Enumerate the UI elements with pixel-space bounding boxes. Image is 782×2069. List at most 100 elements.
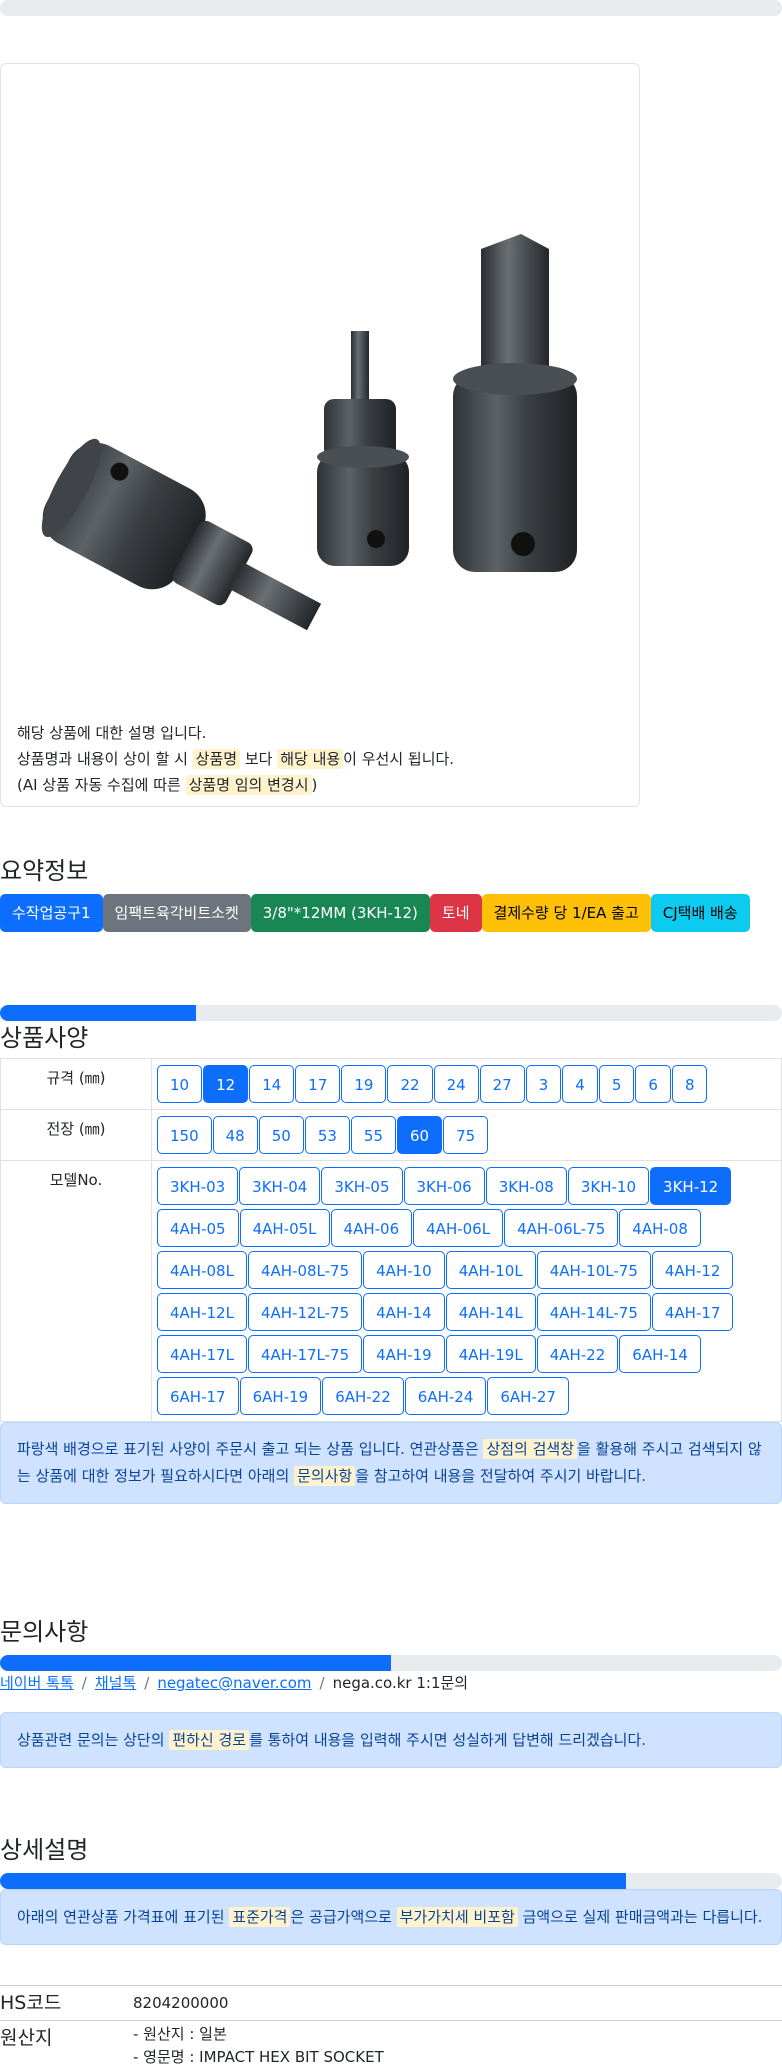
spec-option-button[interactable]: 22 <box>387 1065 433 1103</box>
spec-option-button[interactable]: 4AH-12L <box>157 1293 247 1331</box>
spec-option-button[interactable]: 3 <box>525 1065 562 1103</box>
origin-value: - 원산지 : 일본 - 영문명 : IMPACT HEX BIT SOCKET <box>133 2023 384 2069</box>
spec-option-button[interactable]: 75 <box>443 1116 489 1154</box>
spec-label: 규격 (㎜) <box>0 1058 152 1110</box>
spec-option-button[interactable]: 12 <box>203 1065 249 1103</box>
spec-option-button[interactable]: 4AH-14 <box>363 1293 445 1331</box>
spec-option-button[interactable]: 6AH-19 <box>239 1377 322 1415</box>
spec-option-button[interactable]: 5 <box>598 1065 635 1103</box>
highlight-inquiry: 문의사항 <box>294 1466 356 1486</box>
spec-option-button[interactable]: 4AH-17L <box>157 1335 247 1373</box>
origin-country: - 원산지 : 일본 <box>133 2025 227 2043</box>
notice-text: 금액으로 실제 판매금액과는 다릅니다. <box>517 1908 763 1926</box>
spec-option-button[interactable]: 50 <box>258 1116 304 1154</box>
link-channel-talk[interactable]: 채널톡 <box>95 1674 136 1692</box>
spec-option-button[interactable]: 6AH-17 <box>157 1377 239 1415</box>
spec-row: 규격 (㎜) 10 12 14 17 19 22 24 27 3 4 5 6 8 <box>0 1058 782 1110</box>
spec-option-button[interactable]: 4AH-22 <box>536 1335 619 1373</box>
spec-option-button[interactable]: 6 <box>635 1065 671 1103</box>
spec-option-button[interactable]: 24 <box>433 1065 479 1103</box>
desc-text: ) <box>311 776 318 794</box>
spec-option-button[interactable]: 27 <box>479 1065 525 1103</box>
spec-option-button[interactable]: 4AH-12 <box>651 1251 734 1289</box>
spec-option-button[interactable]: 4AH-19L <box>445 1335 536 1373</box>
spec-option-button[interactable]: 6AH-22 <box>322 1377 404 1415</box>
spec-option-button[interactable]: 14 <box>249 1065 295 1103</box>
detail-notice: 아래의 연관상품 가격표에 표기된 표준가격 은 공급가액으로 부가가치세 비포함… <box>0 1889 782 1945</box>
spec-options: 10 12 14 17 19 22 24 27 3 4 5 6 8 <box>151 1058 782 1110</box>
notice-text: 를 통하여 내용을 입력해 주시면 성실하게 답변해 드리겠습니다. <box>249 1731 647 1749</box>
origin-row: 원산지 - 원산지 : 일본 - 영문명 : IMPACT HEX BIT SO… <box>0 2020 782 2069</box>
specs-title: 상품사양 <box>0 1024 89 1052</box>
spec-option-button[interactable]: 4AH-19 <box>363 1335 445 1373</box>
spec-option-button[interactable]: 4 <box>562 1065 598 1103</box>
spec-option-button[interactable]: 4AH-10L <box>445 1251 536 1289</box>
spec-label: 전장 (㎜) <box>0 1109 152 1161</box>
spec-option-button[interactable]: 4AH-14L-75 <box>536 1293 651 1331</box>
hs-code-label: HS코드 <box>0 1992 62 2014</box>
description-line-3: (AI 상품 자동 수집에 따른 상품명 임의 변경시) <box>17 772 627 798</box>
spec-option-button[interactable]: 4AH-10 <box>363 1251 445 1289</box>
link-naver-talk[interactable]: 네이버 톡톡 <box>0 1674 74 1692</box>
summary-badge: 결제수량 당 1/EA 출고 <box>481 894 651 932</box>
highlight-store-search: 상점의 검색창 <box>483 1439 578 1459</box>
notice-text: 은 공급가액으로 <box>290 1908 397 1926</box>
spec-table: 규격 (㎜) 10 12 14 17 19 22 24 27 3 4 5 6 8 전장 (㎜) 150 48 50… <box>0 1058 782 1422</box>
spec-option-button[interactable]: 4AH-14L <box>445 1293 536 1331</box>
spec-option-button[interactable]: 4AH-12L-75 <box>247 1293 363 1331</box>
spec-option-button[interactable]: 6AH-14 <box>619 1335 701 1373</box>
summary-badge: 임팩트육각비트소켓 <box>102 894 251 932</box>
origin-label: 원산지 <box>0 2027 53 2049</box>
option-group: 10 12 14 17 19 22 24 27 3 4 5 6 8 <box>156 1063 778 1105</box>
spec-option-button[interactable]: 3KH-08 <box>485 1167 567 1205</box>
spec-option-button[interactable]: 4AH-05 <box>157 1209 239 1247</box>
spec-option-button[interactable]: 4AH-17 <box>651 1293 734 1331</box>
inquiry-progress <box>0 1655 782 1671</box>
top-progress-bar <box>0 0 782 16</box>
description-line-2: 상품명과 내용이 상이 할 시 상품명 보다 해당 내용 이 우선시 됩니다. <box>17 746 627 772</box>
spec-option-button[interactable]: 19 <box>341 1065 387 1103</box>
spec-row: 모델No. 3KH-03 3KH-04 3KH-05 3KH-06 3KH-08 3KH-1… <box>0 1160 782 1422</box>
spec-option-button[interactable]: 6AH-24 <box>404 1377 487 1415</box>
spec-option-button[interactable]: 4AH-08L <box>157 1251 247 1289</box>
summary-badge: 토네 <box>429 894 482 932</box>
spec-option-button[interactable]: 8 <box>671 1065 708 1103</box>
spec-option-button[interactable]: 3KH-12 <box>650 1167 732 1205</box>
spec-option-button[interactable]: 4AH-08L-75 <box>247 1251 363 1289</box>
spec-option-button[interactable]: 48 <box>212 1116 258 1154</box>
spec-option-button[interactable]: 3KH-04 <box>239 1167 321 1205</box>
spec-option-button[interactable]: 3KH-06 <box>403 1167 485 1205</box>
product-card: 해당 상품에 대한 설명 입니다. 상품명과 내용이 상이 할 시 상품명 보다… <box>0 63 640 807</box>
desc-text: 상품명과 내용이 상이 할 시 <box>17 750 193 768</box>
spec-option-button[interactable]: 4AH-10L-75 <box>536 1251 651 1289</box>
spec-option-button[interactable]: 3KH-03 <box>157 1167 239 1205</box>
highlight-content: 해당 내용 <box>277 749 344 769</box>
desc-text: 이 우선시 됩니다. <box>343 750 455 768</box>
spec-option-button[interactable]: 4AH-06L <box>413 1209 504 1247</box>
spec-option-button[interactable]: 10 <box>157 1065 203 1103</box>
spec-option-button[interactable]: 150 <box>157 1116 212 1154</box>
spec-options: 3KH-03 3KH-04 3KH-05 3KH-06 3KH-08 3KH-10 3KH-… <box>151 1160 782 1422</box>
summary-title: 요약정보 <box>0 857 89 885</box>
spec-option-button[interactable]: 6AH-27 <box>487 1377 569 1415</box>
hs-code-row: HS코드 8204200000 <box>0 1985 782 2020</box>
spec-option-button[interactable]: 55 <box>350 1116 397 1154</box>
detail-progress-fill <box>0 1873 626 1889</box>
spec-option-button[interactable]: 4AH-05L <box>239 1209 330 1247</box>
inquiry-notice: 상품관련 문의는 상단의 편하신 경로 를 통하여 내용을 입력해 주시면 성실하… <box>0 1712 782 1768</box>
highlight-name-change: 상품명 임의 변경시 <box>185 775 312 795</box>
spec-option-button[interactable]: 4AH-06L-75 <box>504 1209 619 1247</box>
inquiry-title: 문의사항 <box>0 1618 89 1646</box>
specs-notice: 파랑색 배경으로 표기된 사양이 주문시 출고 되는 상품 입니다. 연관상품은… <box>0 1422 782 1504</box>
spec-option-button[interactable]: 53 <box>304 1116 350 1154</box>
spec-option-button[interactable]: 60 <box>397 1116 443 1154</box>
spec-option-button[interactable]: 17 <box>295 1065 341 1103</box>
spec-option-button[interactable]: 4AH-17L-75 <box>247 1335 363 1373</box>
spec-option-button[interactable]: 3KH-10 <box>567 1167 650 1205</box>
link-email[interactable]: negatec@naver.com <box>157 1674 311 1692</box>
hs-code-value: 8204200000 <box>133 1994 229 2012</box>
spec-option-button[interactable]: 4AH-06 <box>330 1209 413 1247</box>
spec-option-button[interactable]: 3KH-05 <box>321 1167 403 1205</box>
spec-row: 전장 (㎜) 150 48 50 53 55 60 75 <box>0 1109 782 1161</box>
spec-option-button[interactable]: 4AH-08 <box>619 1209 701 1247</box>
